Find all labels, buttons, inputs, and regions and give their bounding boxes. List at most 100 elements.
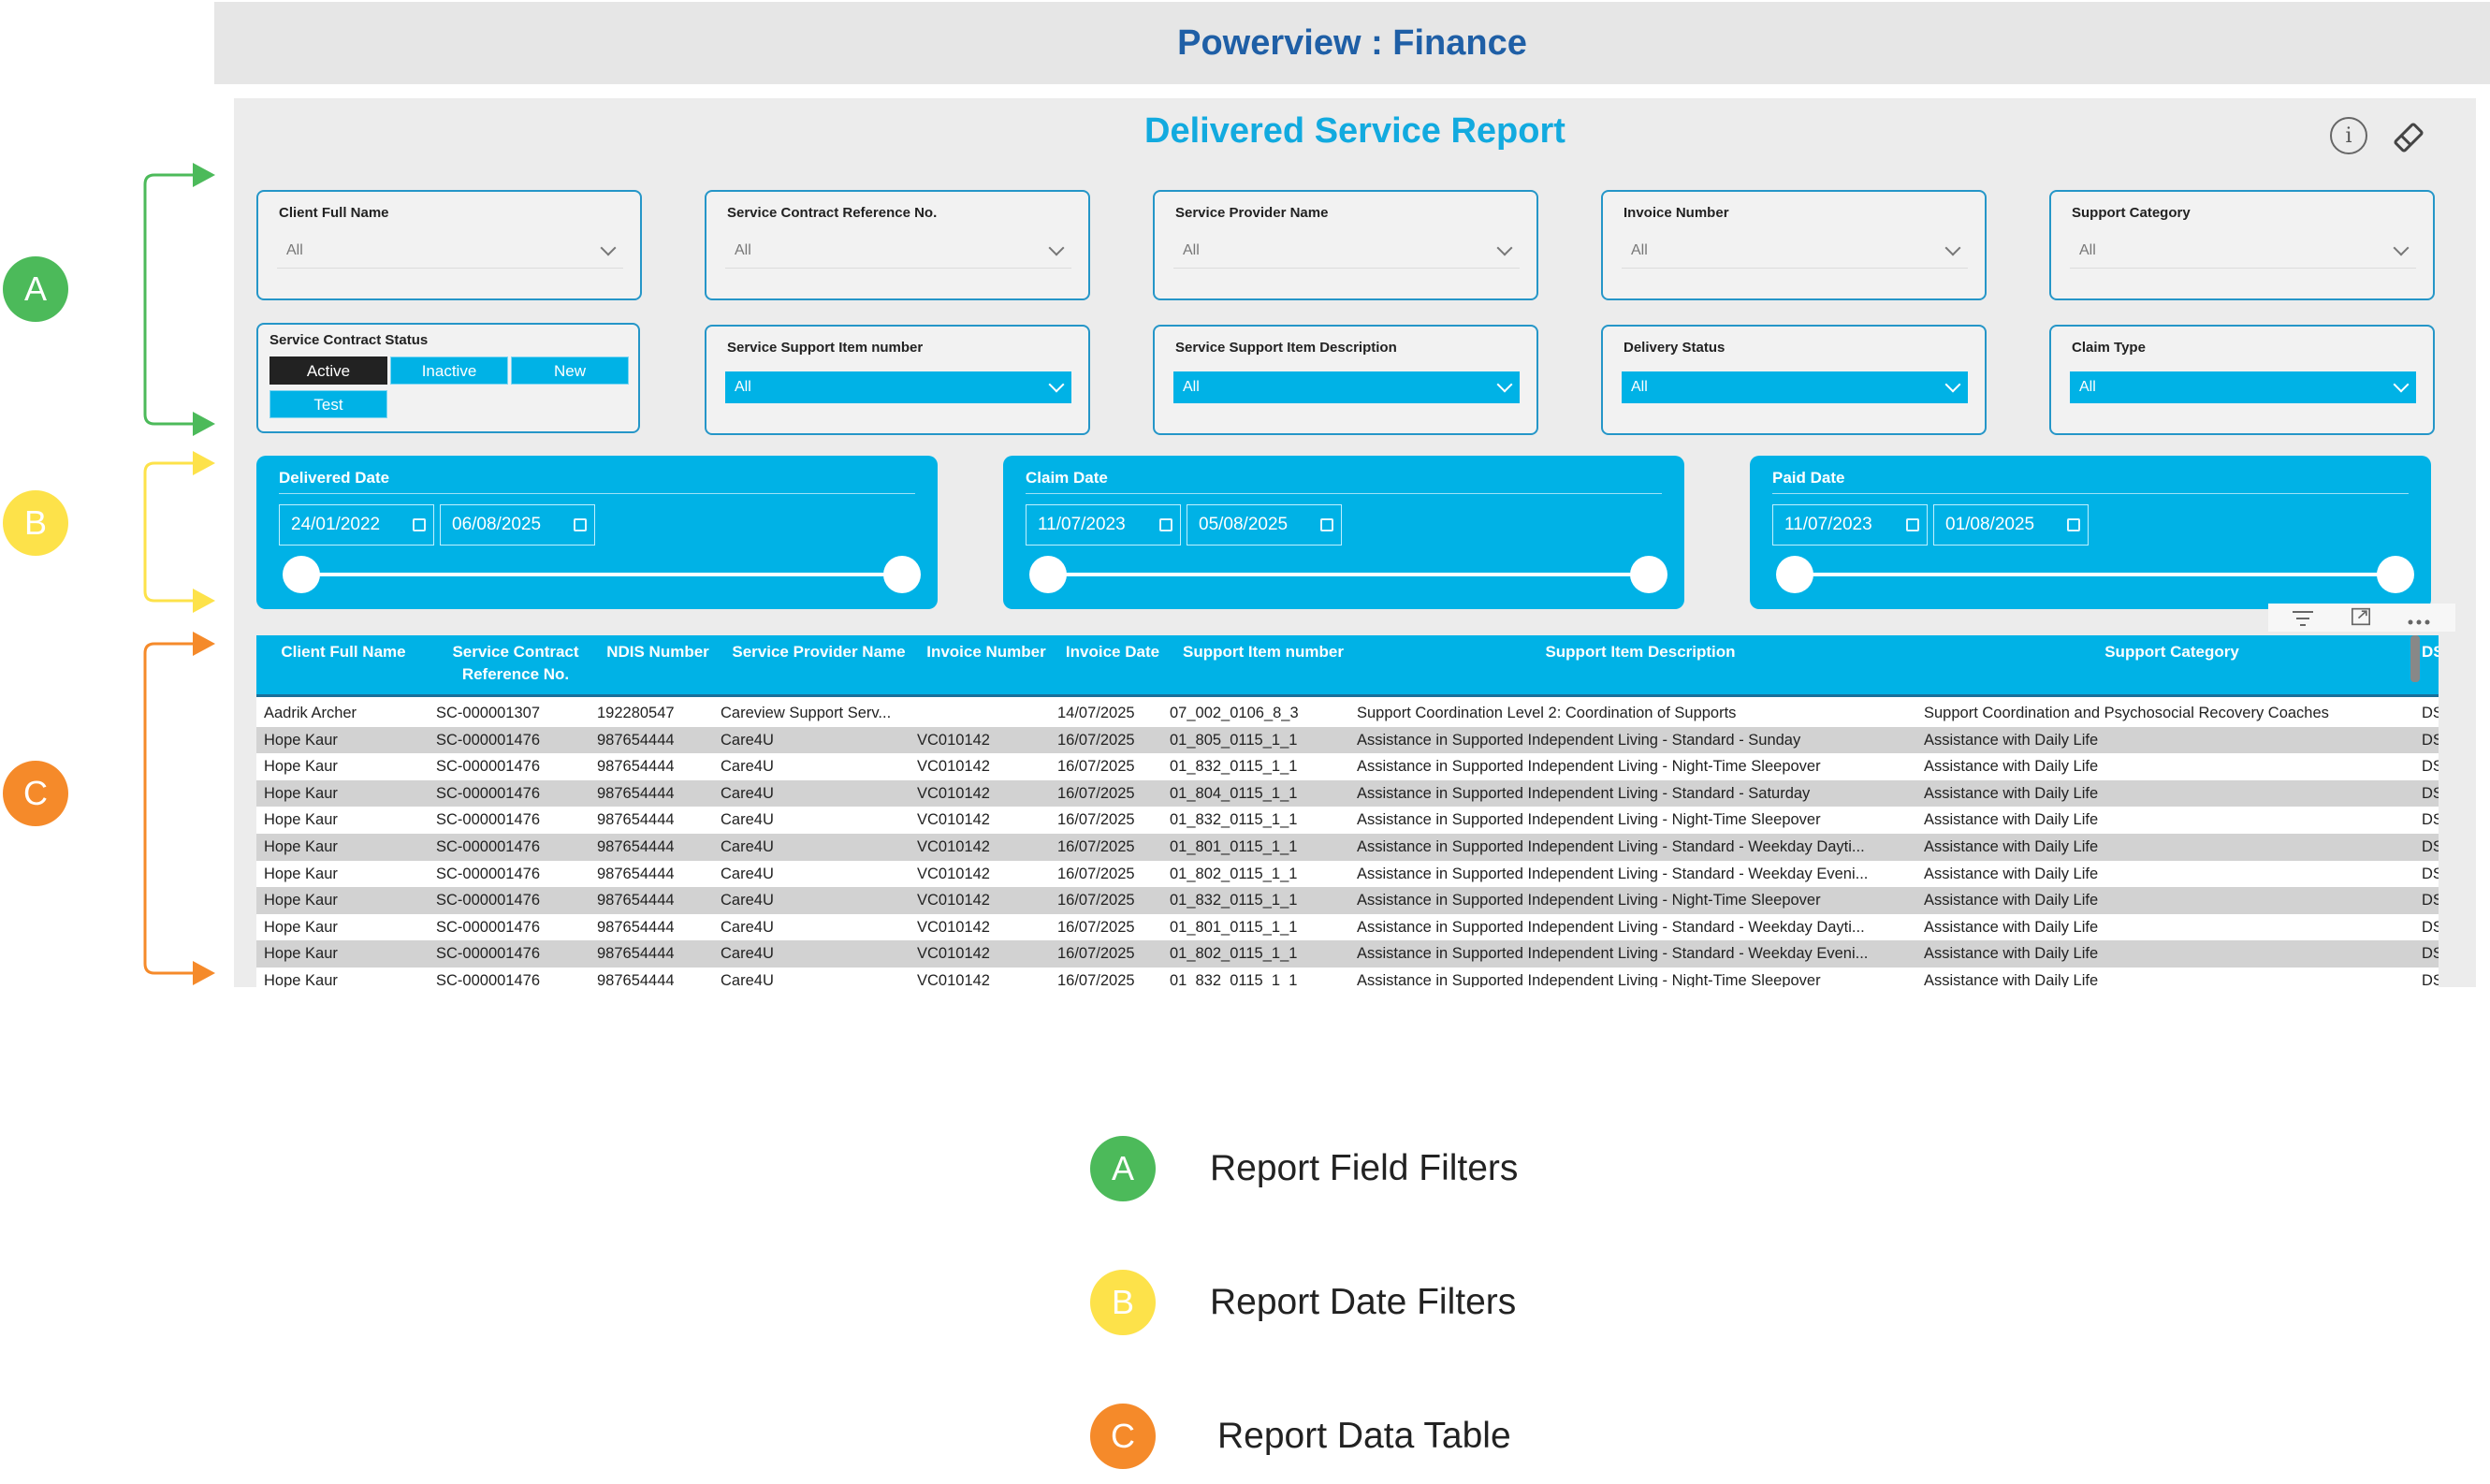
range-handle-end[interactable] (2377, 556, 2414, 593)
filter-icon[interactable] (2291, 609, 2315, 628)
table-row[interactable]: Hope Kaur SC-000001476 987654444 Care4U VC01… (256, 887, 2439, 914)
table-row[interactable]: Hope Kaur SC-000001476 987654444 Care4U VC01… (256, 940, 2439, 968)
table-cell: DS-( (2422, 865, 2439, 882)
slicer-service-provider-name[interactable]: Service Provider Name All (1153, 190, 1538, 300)
date-from-input[interactable]: 11/07/2023 (1772, 504, 1928, 546)
calendar-icon[interactable] (574, 518, 587, 531)
table-row[interactable]: Hope Kaur SC-000001476 987654444 Care4U VC01… (256, 807, 2439, 834)
table-cell: SC-000001476 (436, 918, 541, 936)
table-cell: 01_801_0115_1_1 (1170, 838, 1298, 855)
table-cell: DS-( (2422, 811, 2439, 829)
table-row[interactable]: Aadrik Archer SC-000001307 192280547 Carevi… (256, 700, 2439, 727)
table-cell: 16/07/2025 (1057, 811, 1135, 829)
date-from-input[interactable]: 11/07/2023 (1026, 504, 1181, 546)
table-row[interactable]: Hope Kaur SC-000001476 987654444 Care4U VC01… (256, 861, 2439, 888)
status-chip-new[interactable]: New (511, 356, 629, 385)
table-cell: VC010142 (917, 892, 990, 909)
date-to-input[interactable]: 05/08/2025 (1187, 504, 1342, 546)
slicer-client-full-name[interactable]: Client Full Name All (256, 190, 642, 300)
calendar-icon[interactable] (1159, 518, 1172, 531)
eraser-icon[interactable] (2390, 119, 2427, 156)
column-header[interactable]: Invoice Number (917, 641, 1056, 663)
table-cell: Assistance in Supported Independent Livi… (1357, 811, 1821, 829)
table-cell: SC-000001476 (436, 972, 541, 987)
date-range-track[interactable] (1795, 573, 2395, 576)
more-options-icon[interactable] (2407, 613, 2431, 632)
slicer-label: Delivery Status (1624, 340, 1726, 356)
status-chip-active[interactable]: Active (269, 356, 387, 385)
table-cell: Assistance with Daily Life (1924, 945, 2099, 963)
column-header[interactable]: Support Item Description (1357, 641, 1924, 663)
focus-mode-icon[interactable] (2349, 607, 2373, 626)
column-header[interactable]: DS (2422, 641, 2439, 663)
slicer-service-support-item-number[interactable]: Service Support Item number All (705, 325, 1090, 435)
table-cell: 987654444 (597, 945, 675, 963)
date-range-track[interactable] (1048, 573, 1649, 576)
slicer-dropdown[interactable]: All (725, 233, 1071, 269)
slicer-claim-type[interactable]: Claim Type All (2049, 325, 2435, 435)
bracket-b-arrow-top (193, 451, 215, 475)
column-header[interactable]: Client Full Name (264, 641, 423, 663)
table-cell: 01_801_0115_1_1 (1170, 918, 1298, 936)
slicer-dropdown[interactable]: All (2070, 233, 2416, 269)
divider (1026, 493, 1662, 494)
range-handle-start[interactable] (1029, 556, 1067, 593)
calendar-icon[interactable] (1906, 518, 1919, 531)
slicer-dropdown[interactable]: All (1173, 371, 1520, 403)
table-cell: 987654444 (597, 892, 675, 909)
table-cell: DS-( (2422, 945, 2439, 963)
table-cell: DS-( (2422, 972, 2439, 987)
calendar-icon[interactable] (1320, 518, 1333, 531)
range-handle-start[interactable] (283, 556, 320, 593)
status-chip-inactive[interactable]: Inactive (390, 356, 508, 385)
range-handle-start[interactable] (1776, 556, 1813, 593)
table-scrollbar[interactable] (2410, 635, 2420, 682)
slicer-dropdown[interactable]: All (725, 371, 1071, 403)
table-row[interactable]: Hope Kaur SC-000001476 987654444 Care4U VC01… (256, 968, 2439, 987)
status-chip-test[interactable]: Test (269, 390, 387, 418)
table-row[interactable]: Hope Kaur SC-000001476 987654444 Care4U VC01… (256, 834, 2439, 861)
slicer-dropdown[interactable]: All (1622, 371, 1968, 403)
table-row[interactable]: Hope Kaur SC-000001476 987654444 Care4U VC01… (256, 779, 2439, 807)
table-row[interactable]: Hope Kaur SC-000001476 987654444 Care4U VC01… (256, 753, 2439, 780)
table-cell: 987654444 (597, 731, 675, 749)
column-header[interactable]: Invoice Date (1057, 641, 1168, 663)
table-cell: 987654444 (597, 865, 675, 882)
slicer-invoice-number[interactable]: Invoice Number All (1601, 190, 1987, 300)
table-row[interactable]: Hope Kaur SC-000001476 987654444 Care4U VC01… (256, 914, 2439, 941)
slicer-dropdown[interactable]: All (277, 233, 623, 269)
slicer-dropdown[interactable]: All (1622, 233, 1968, 269)
legend-item-b: B Report Date Filters (1090, 1270, 1516, 1335)
date-range-track[interactable] (301, 573, 902, 576)
table-cell: DS-( (2422, 705, 2439, 721)
table-row[interactable]: Hope Kaur SC-000001476 987654444 Care4U VC01… (256, 726, 2439, 754)
slicer-dropdown[interactable]: All (2070, 371, 2416, 403)
range-handle-end[interactable] (1630, 556, 1667, 593)
calendar-icon[interactable] (2067, 518, 2080, 531)
table-cell: 192280547 (597, 705, 675, 721)
slicer-delivery-status[interactable]: Delivery Status All (1601, 325, 1987, 435)
date-to-input[interactable]: 01/08/2025 (1933, 504, 2089, 546)
table-cell: VC010142 (917, 838, 990, 855)
slicer-service-support-item-description[interactable]: Service Support Item Description All (1153, 325, 1538, 435)
table-cell: Care4U (721, 945, 774, 963)
column-header[interactable]: Support Category (1924, 641, 2420, 663)
calendar-icon[interactable] (413, 518, 426, 531)
report-canvas: Delivered Service Report i Client Full N… (234, 98, 2476, 987)
slicer-support-category[interactable]: Support Category All (2049, 190, 2435, 300)
slicer-value: All (1183, 241, 1200, 258)
column-header[interactable]: NDIS Number (597, 641, 719, 663)
slicer-service-contract-reference[interactable]: Service Contract Reference No. All (705, 190, 1090, 300)
table-cell: 01_832_0115_1_1 (1170, 758, 1298, 776)
range-handle-end[interactable] (883, 556, 921, 593)
column-header[interactable]: Service Provider Name (721, 641, 917, 663)
column-header[interactable]: Support Item number (1170, 641, 1357, 663)
info-icon[interactable]: i (2330, 117, 2367, 154)
slicer-label: Invoice Number (1624, 205, 1729, 221)
date-from-input[interactable]: 24/01/2022 (279, 504, 434, 546)
date-to-input[interactable]: 06/08/2025 (440, 504, 595, 546)
column-header[interactable]: Service Contract Reference No. (436, 641, 595, 686)
annotation-brackets (143, 163, 215, 985)
slicer-dropdown[interactable]: All (1173, 233, 1520, 269)
slicer-label: Support Category (2072, 205, 2191, 221)
